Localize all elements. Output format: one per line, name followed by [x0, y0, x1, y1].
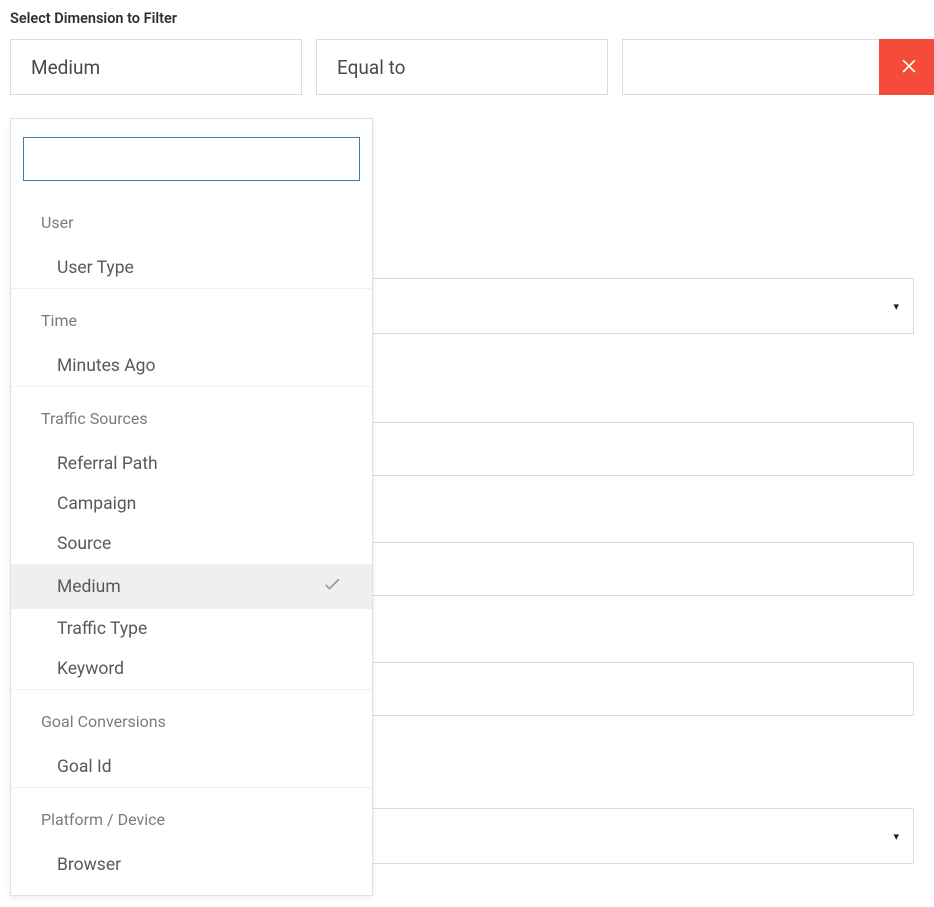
value-wrap [622, 39, 934, 95]
group-header-traffic-sources: Traffic Sources [11, 387, 372, 444]
section-label: Select Dimension to Filter [10, 10, 924, 27]
option-minutes-ago[interactable]: Minutes Ago [11, 346, 372, 386]
option-label: Source [57, 534, 111, 554]
group-header-platform-device: Platform / Device [11, 788, 372, 845]
option-user-type[interactable]: User Type [11, 248, 372, 288]
option-goal-id[interactable]: Goal Id [11, 747, 372, 787]
group-header-user: User [11, 191, 372, 248]
option-medium[interactable]: Medium [11, 564, 372, 609]
chevron-down-icon: ▾ [893, 830, 899, 843]
operator-select-value: Equal to [337, 56, 405, 79]
operator-select[interactable]: Equal to [316, 39, 608, 95]
filter-row: Medium Equal to [10, 39, 924, 95]
check-icon [322, 574, 342, 599]
option-label: Medium [57, 577, 121, 597]
option-label: Keyword [57, 659, 124, 679]
option-label: Goal Id [57, 757, 112, 777]
dimension-select-value: Medium [31, 56, 100, 79]
group-header-time: Time [11, 289, 372, 346]
value-input[interactable] [622, 39, 879, 95]
option-label: Browser [57, 855, 121, 875]
option-label: Referral Path [57, 454, 158, 474]
remove-filter-button[interactable] [879, 39, 934, 95]
dimension-select[interactable]: Medium [10, 39, 302, 95]
option-label: Minutes Ago [57, 356, 155, 376]
option-campaign[interactable]: Campaign [11, 484, 372, 524]
option-label: Traffic Type [57, 619, 147, 639]
option-keyword[interactable]: Keyword [11, 649, 372, 689]
option-source[interactable]: Source [11, 524, 372, 564]
chevron-down-icon: ▾ [893, 300, 899, 313]
option-referral-path[interactable]: Referral Path [11, 444, 372, 484]
option-label: User Type [57, 258, 134, 278]
dropdown-search-wrap [11, 119, 372, 191]
option-label: Campaign [57, 494, 136, 514]
option-traffic-type[interactable]: Traffic Type [11, 609, 372, 649]
dropdown-scroll[interactable]: User User Type Time Minutes Ago Traffic … [11, 191, 372, 895]
dropdown-search-input[interactable] [23, 137, 360, 181]
dimension-dropdown: User User Type Time Minutes Ago Traffic … [10, 118, 373, 896]
group-header-goal-conversions: Goal Conversions [11, 690, 372, 747]
close-icon [899, 55, 919, 79]
option-browser[interactable]: Browser [11, 845, 372, 895]
